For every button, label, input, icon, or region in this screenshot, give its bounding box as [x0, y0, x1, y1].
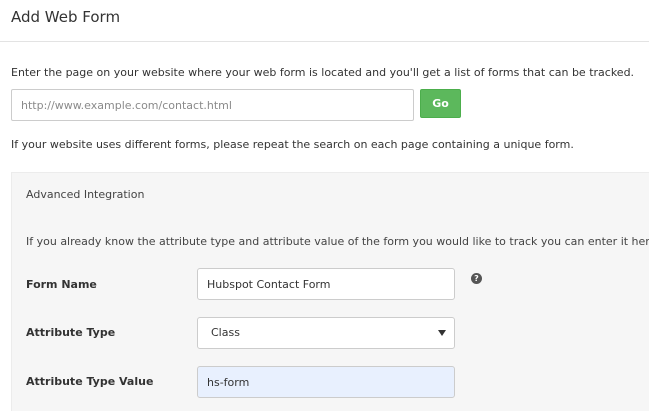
attribute-type-value-input[interactable] [197, 366, 455, 398]
question-circle-icon[interactable]: ? [471, 273, 482, 284]
attribute-type-selected: Class [211, 326, 240, 339]
go-button[interactable]: Go [420, 89, 461, 118]
url-input[interactable] [11, 89, 414, 121]
caret-down-icon [438, 330, 446, 336]
panel-title: Advanced Integration [26, 188, 145, 201]
attribute-type-value-label: Attribute Type Value [26, 375, 154, 388]
search-instructions: Enter the page on your website where you… [11, 66, 635, 79]
page-title: Add Web Form [11, 8, 121, 26]
attribute-type-select[interactable]: Class [197, 317, 455, 349]
form-name-label: Form Name [26, 278, 97, 291]
attribute-type-label: Attribute Type [26, 326, 116, 339]
panel-description: If you already know the attribute type a… [26, 235, 649, 248]
advanced-integration-panel: Advanced Integration If you already know… [11, 172, 649, 411]
page-header: Add Web Form [0, 0, 649, 42]
form-name-input[interactable] [197, 268, 455, 300]
search-note: If your website uses different forms, pl… [11, 138, 574, 151]
